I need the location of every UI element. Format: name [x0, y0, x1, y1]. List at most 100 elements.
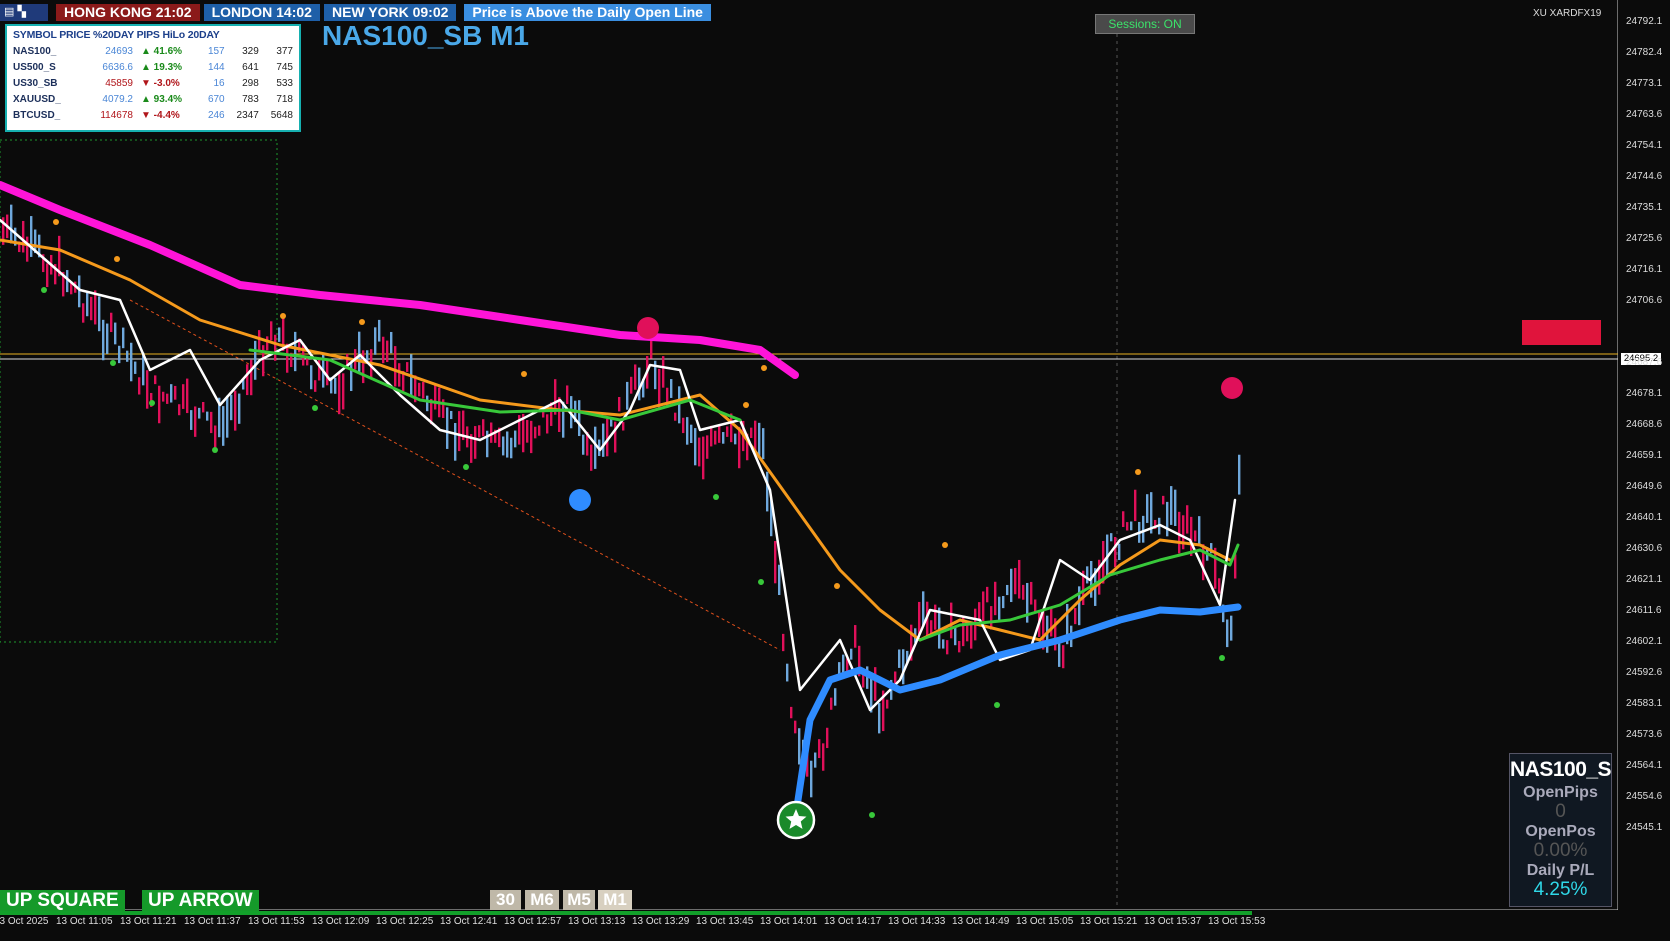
- watch-pips: 246: [207, 109, 225, 121]
- candle: [790, 706, 793, 719]
- candle: [506, 431, 509, 458]
- candle: [902, 649, 905, 685]
- indicator-dot: [713, 494, 719, 500]
- candle: [682, 417, 685, 434]
- candle: [954, 626, 957, 646]
- candle: [254, 340, 257, 380]
- broker-label: XU XARDFX19: [1533, 8, 1602, 19]
- candle: [138, 377, 141, 395]
- indicator-dot: [312, 405, 318, 411]
- candle: [478, 425, 481, 438]
- watch-price: 24693: [105, 45, 133, 57]
- indicator-dot: [1219, 655, 1225, 661]
- candle: [1030, 581, 1033, 605]
- watchlist-row: XAUUSD_ 4079.2 ▲ 93.4% 670 783 718: [13, 91, 293, 107]
- watch-pips: 670: [207, 93, 225, 105]
- candle: [406, 362, 409, 372]
- candle: [706, 435, 709, 459]
- candle: [270, 321, 273, 341]
- candle: [482, 419, 485, 437]
- candle: [546, 414, 549, 434]
- session-new-york: NEW YORK 09:02: [323, 4, 457, 21]
- watchlist-header: SYMBOL PRICE %20DAY PIPS HiLo 20DAY: [13, 29, 220, 41]
- indicator-dot: [114, 256, 120, 262]
- watch-20day: 5648: [270, 109, 293, 121]
- candle: [578, 400, 581, 437]
- sessions-toggle-button[interactable]: Sessions: ON: [1095, 14, 1195, 34]
- candle: [426, 395, 429, 412]
- candle: [130, 342, 133, 382]
- x-tick-label: 13 Oct 14:01: [760, 916, 818, 927]
- candle: [622, 422, 625, 431]
- watch-symbol: XAUUSD_: [13, 93, 61, 105]
- timeframe-m5[interactable]: M5: [563, 890, 595, 910]
- candle: [1178, 511, 1181, 554]
- timeframe-30[interactable]: 30: [490, 890, 521, 910]
- up-arrow-button[interactable]: UP ARROW: [142, 890, 259, 911]
- x-tick-label: 13 Oct 12:09: [312, 916, 370, 927]
- candle: [126, 350, 129, 362]
- candle: [778, 564, 781, 596]
- y-tick-label: 24592.6: [1626, 667, 1663, 678]
- timeframe-m6[interactable]: M6: [525, 890, 559, 910]
- x-tick-label: 13 Oct 14:49: [952, 916, 1010, 927]
- candle: [222, 406, 225, 446]
- up-square-button[interactable]: UP SQUARE: [0, 890, 125, 911]
- indicator-dot: [994, 702, 1000, 708]
- candle: [786, 663, 789, 682]
- candle: [854, 625, 857, 648]
- y-tick-label: 24735.1: [1626, 202, 1663, 213]
- y-tick-label: 24611.6: [1626, 605, 1662, 616]
- trend-line: [129, 299, 781, 651]
- candle: [950, 602, 953, 639]
- x-tick-label: 13 Oct 12:25: [376, 916, 434, 927]
- candle: [202, 402, 205, 413]
- y-tick-label: 24573.6: [1626, 729, 1663, 740]
- candle: [46, 263, 49, 288]
- y-tick-label: 24602.1: [1626, 636, 1663, 647]
- y-tick-label: 24792.1: [1626, 16, 1663, 27]
- candle: [114, 322, 117, 345]
- indicator-dot: [280, 313, 286, 319]
- indicator-dot: [110, 360, 116, 366]
- panel-symbol: NAS100_S: [1510, 758, 1611, 781]
- alert-rectangle[interactable]: [1522, 320, 1601, 345]
- y-tick-label: 24583.1: [1626, 698, 1663, 709]
- indicator-dot: [834, 583, 840, 589]
- candle: [1218, 578, 1221, 594]
- candle: [98, 296, 101, 332]
- candle: [714, 430, 717, 445]
- y-tick-label: 24668.6: [1626, 419, 1663, 430]
- candle: [626, 381, 629, 410]
- candle: [934, 604, 937, 630]
- candle: [1074, 608, 1077, 625]
- price-chart[interactable]: [0, 0, 1618, 910]
- menu-icon[interactable]: ▤ ▚: [0, 4, 48, 21]
- open-pips-label: OpenPips: [1523, 784, 1598, 801]
- candle: [1198, 516, 1201, 545]
- candle: [458, 411, 461, 452]
- candle: [538, 425, 541, 436]
- candle: [1014, 567, 1017, 595]
- candle: [422, 382, 425, 399]
- open-pips-value: 0: [1555, 801, 1566, 822]
- candle: [614, 421, 617, 453]
- candle: [690, 424, 693, 444]
- candle: [634, 364, 637, 390]
- candle: [630, 376, 633, 394]
- candle: [474, 426, 477, 459]
- y-tick-label: 24621.1: [1626, 574, 1663, 585]
- candle: [250, 359, 253, 396]
- indicator-dot: [149, 400, 155, 406]
- candle: [774, 541, 777, 584]
- candle: [982, 591, 985, 622]
- timeframe-m1[interactable]: M1: [598, 890, 632, 910]
- y-tick-label: 24564.1: [1626, 760, 1663, 771]
- watch-price: 4079.2: [102, 93, 133, 105]
- candle: [262, 345, 265, 377]
- candle: [826, 727, 829, 749]
- candle: [186, 378, 189, 414]
- candle: [886, 699, 889, 709]
- signal-dot: [1221, 377, 1243, 399]
- candle: [1026, 582, 1029, 623]
